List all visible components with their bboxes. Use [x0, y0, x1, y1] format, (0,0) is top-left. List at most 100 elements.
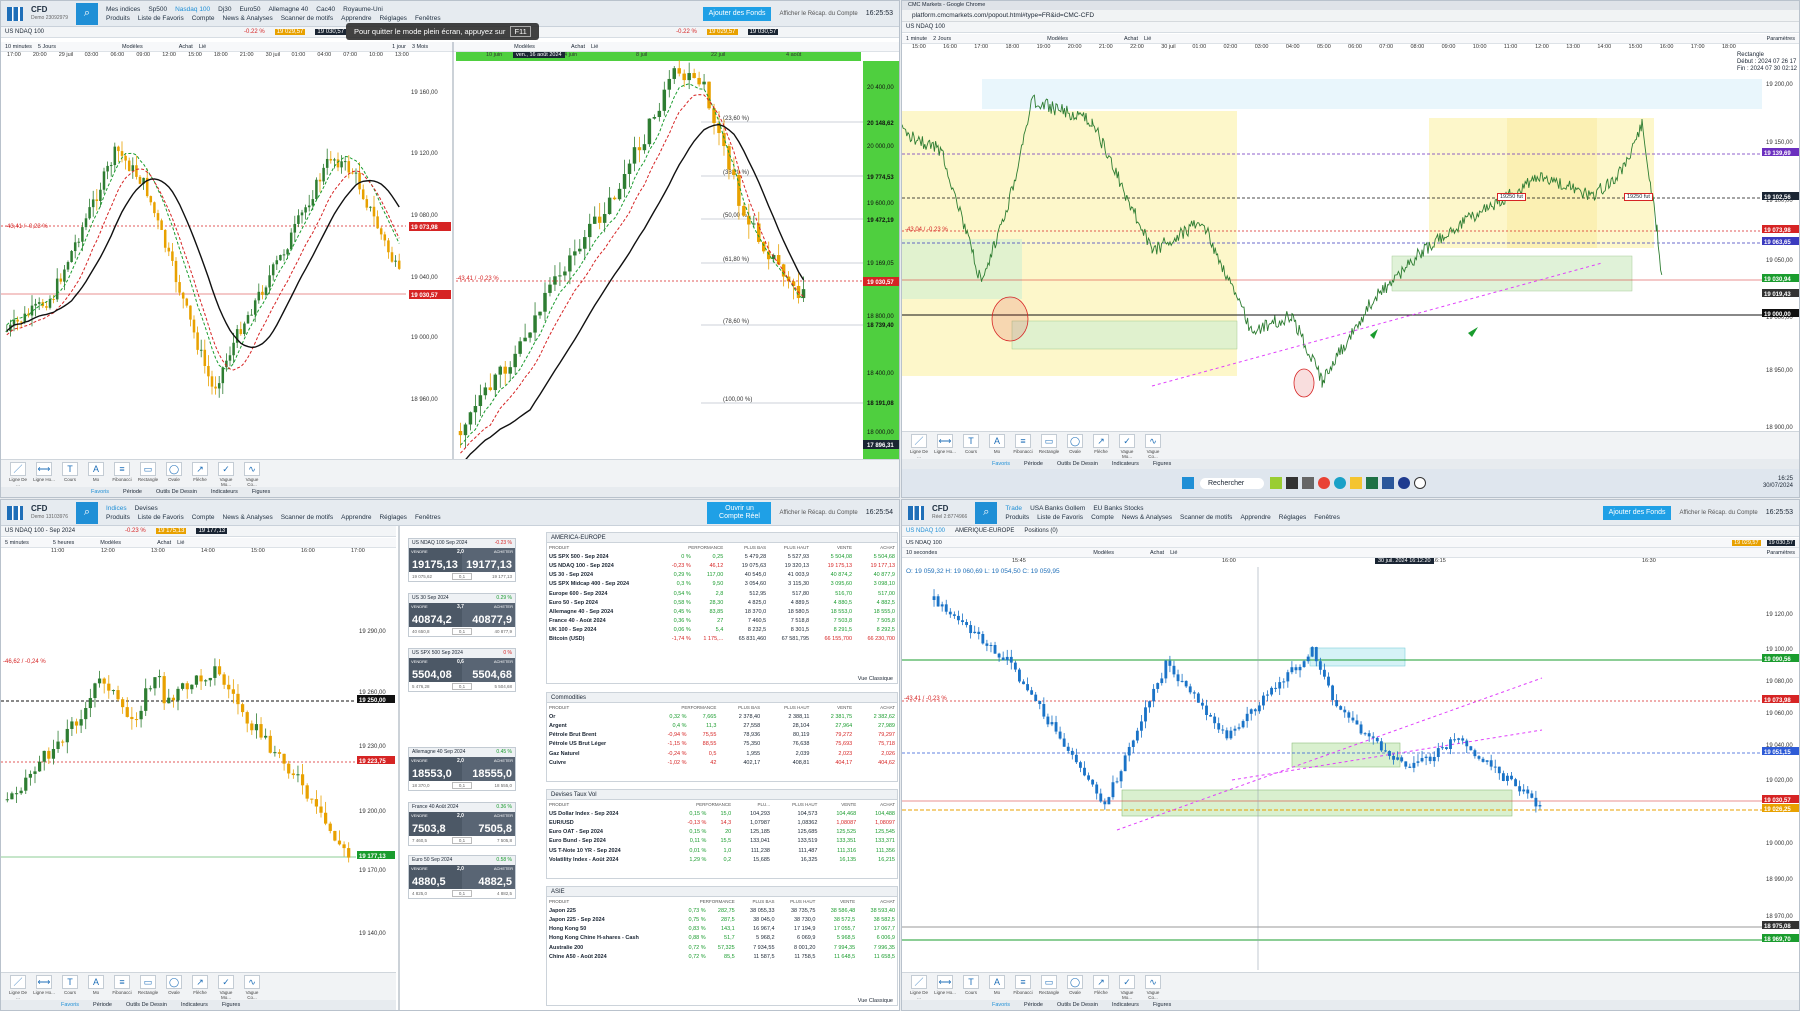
- trade-ticket[interactable]: US SPX 500 Sep 2024 0 % VENDRE 5504,08 ACHE…: [408, 648, 516, 692]
- quantity-input[interactable]: 0,1: [451, 890, 473, 897]
- column-header[interactable]: PERFORMANCE: [678, 897, 737, 906]
- column-header[interactable]: ACHAT: [858, 800, 897, 809]
- excel-icon[interactable]: [1366, 477, 1379, 489]
- tab-favoris-q4[interactable]: Favoris: [992, 1002, 1010, 1008]
- buy-button[interactable]: ACHETER 4882,5: [462, 865, 515, 889]
- tab-figures-q4[interactable]: Figures: [1153, 1002, 1171, 1008]
- tool-wave[interactable]: ✓ Vague Mo...: [1116, 975, 1138, 1000]
- tab-figures-q3[interactable]: Figures: [222, 1002, 240, 1008]
- tab-favoris[interactable]: Favoris: [91, 489, 109, 495]
- table-row[interactable]: Hong Kong 50 0,83 % 143,1 16 967,4 17 194,9 1…: [547, 925, 897, 934]
- buy-button[interactable]: ACHETER 40877,9: [462, 603, 515, 627]
- folder-icon[interactable]: [1350, 477, 1363, 489]
- watchlist-header[interactable]: Devises Taux Vol: [547, 790, 897, 800]
- tab-periode-q2[interactable]: Période: [1024, 461, 1043, 467]
- tool-fibonacci[interactable]: ≡ Fibonacci: [1012, 434, 1034, 459]
- tool-rectangle[interactable]: ▭ Rectangle: [137, 462, 159, 487]
- buy-button[interactable]: ACHETER 7505,8: [462, 812, 515, 836]
- table-row[interactable]: Cuivre -1,02 % 42 402,17 408,81 404,17 404,62: [547, 758, 897, 767]
- column-header[interactable]: PRODUIT: [547, 703, 650, 712]
- tool-line[interactable]: ／ Ligne De ...: [908, 434, 930, 459]
- tool-wave2[interactable]: ∿ Vague Co...: [241, 462, 263, 487]
- table-row[interactable]: France 40 - Août 2024 0,36 % 27 7 460,5 7 51…: [547, 617, 897, 626]
- table-row[interactable]: Japon 225 - Sep 2024 0,75 % 287,5 38 045,0 3…: [547, 915, 897, 924]
- chart-q2[interactable]: 19 200,0019 150,0019 100,0019 050,0019 0…: [902, 1, 1800, 498]
- tab-indicateurs-q4[interactable]: Indicateurs: [1112, 1002, 1139, 1008]
- column-header[interactable]: PLUS HAUT: [762, 703, 811, 712]
- sell-button[interactable]: VENDRE 40874,2: [409, 603, 462, 627]
- windows-icon[interactable]: [1182, 477, 1194, 489]
- trade-ticket[interactable]: US 30 Sep 2024 0.29 % VENDRE 40874,2 ACHETE…: [408, 593, 516, 637]
- column-header[interactable]: PLU...: [733, 800, 772, 809]
- tool-arrow[interactable]: ↗ Flèche: [189, 975, 211, 1000]
- tool-fibonacci[interactable]: ≡ Fibonacci: [111, 975, 133, 1000]
- table-row[interactable]: Argent 0,4 % 11,3 27,558 28,104 27,964 27,989: [547, 721, 897, 730]
- tool-rectangle[interactable]: ▭ Rectangle: [1038, 975, 1060, 1000]
- table-row[interactable]: Japon 225 0,73 % 282,75 38 055,33 38 735,75 3…: [547, 906, 897, 915]
- column-header[interactable]: VENTE: [811, 543, 854, 552]
- table-row[interactable]: Pétrole Brut Brent -0,94 % 75,55 78,936 80,1…: [547, 731, 897, 740]
- table-row[interactable]: Australie 200 0,72 % 57,325 7 934,55 8 001,2…: [547, 943, 897, 952]
- tool-fibonacci[interactable]: ≡ Fibonacci: [1012, 975, 1034, 1000]
- sell-button[interactable]: VENDRE 18553,0: [409, 757, 462, 781]
- chart-q4[interactable]: 19 120,00 19 100,00 19 080,00 19 060,00 19 0…: [902, 500, 1800, 1011]
- trade-ticket[interactable]: US NDAQ 100 Sep 2024 -0.23 % VENDRE 19175,…: [408, 538, 516, 582]
- sell-button[interactable]: VENDRE 4880,5: [409, 865, 462, 889]
- charts-q1[interactable]: 19 160,00 19 120,00 19 080,00 19 040,00 19 0…: [1, 1, 900, 498]
- tool-arrow[interactable]: ↗ Flèche: [189, 462, 211, 487]
- tab-indicateurs-q2[interactable]: Indicateurs: [1112, 461, 1139, 467]
- column-header[interactable]: PERFORMANCE: [661, 543, 725, 552]
- table-row[interactable]: Bitcoin (USD) -1,74 % 1 175,... 65 831,460 6…: [547, 635, 897, 644]
- tool-rectangle[interactable]: ▭ Rectangle: [1038, 434, 1060, 459]
- table-row[interactable]: US 30 - Sep 2024 0,29 % 117,00 40 545,0 41 0…: [547, 571, 897, 580]
- quantity-input[interactable]: 0,1: [451, 782, 473, 789]
- watchlist-header[interactable]: Commodities: [547, 693, 897, 703]
- tool-price[interactable]: T Cours: [960, 975, 982, 1000]
- table-row[interactable]: Euro OAT - Sep 2024 0,15 % 20 125,185 125,68…: [547, 828, 897, 837]
- files-icon[interactable]: [1286, 477, 1299, 489]
- classic-view-link[interactable]: Vue Classique: [858, 998, 893, 1004]
- tab-figures[interactable]: Figures: [252, 489, 270, 495]
- quantity-input[interactable]: 0,1: [451, 628, 473, 635]
- tool-oval[interactable]: ◯ Ovale: [163, 462, 185, 487]
- tab-figures-q2[interactable]: Figures: [1153, 461, 1171, 467]
- table-row[interactable]: Chine A50 - Août 2024 0,72 % 85,5 11 587,5 1…: [547, 952, 897, 961]
- table-row[interactable]: US Dollar Index - Sep 2024 0,15 % 15,0 104,…: [547, 809, 897, 818]
- tab-indicateurs[interactable]: Indicateurs: [211, 489, 238, 495]
- tab-indicateurs-q3[interactable]: Indicateurs: [181, 1002, 208, 1008]
- column-header[interactable]: PRODUIT: [547, 897, 678, 906]
- tool-arrow[interactable]: ↗ Flèche: [1090, 434, 1112, 459]
- trade-ticket[interactable]: France 40 Août 2024 0.36 % VENDRE 7503,8 AC…: [408, 802, 516, 846]
- table-row[interactable]: US T-Note 10 YR - Sep 2024 0,01 % 1,0 111,2…: [547, 846, 897, 855]
- tool-wave[interactable]: ✓ Vague Mo...: [215, 975, 237, 1000]
- table-row[interactable]: Or 0,32 % 7,665 2 378,40 2 388,11 2 381,75 2 3…: [547, 712, 897, 721]
- tab-favoris-q2[interactable]: Favoris: [992, 461, 1010, 467]
- table-row[interactable]: Hong Kong Chine H-shares - Cash 0,88 % 51,…: [547, 934, 897, 943]
- tool-fibonacci[interactable]: ≡ Fibonacci: [111, 462, 133, 487]
- b-icon[interactable]: [1414, 477, 1427, 489]
- quantity-input[interactable]: 0,1: [451, 573, 473, 580]
- watchlist-header[interactable]: ASIE: [547, 887, 897, 897]
- tab-outils-q4[interactable]: Outils De Dessin: [1057, 1002, 1098, 1008]
- table-row[interactable]: US SPX Midcap 400 - Sep 2024 0,3 % 9,50 3 0…: [547, 580, 897, 589]
- column-header[interactable]: PERFORMANCE: [670, 800, 733, 809]
- trade-ticket[interactable]: Allemagne 40 Sep 2024 0.45 % VENDRE 18553,…: [408, 747, 516, 791]
- tool-wave[interactable]: ✓ Vague Mo...: [215, 462, 237, 487]
- tool-hline[interactable]: ⟷ Ligne Ho...: [934, 434, 956, 459]
- buy-button[interactable]: ACHETER 5504,68: [462, 658, 515, 682]
- quantity-input[interactable]: 0,1: [451, 683, 473, 690]
- tab-outils-q3[interactable]: Outils De Dessin: [126, 1002, 167, 1008]
- table-row[interactable]: Euro 50 - Sep 2024 0,58 % 28,30 4 825,0 4 88…: [547, 598, 897, 607]
- taskbar-search[interactable]: Rechercher: [1200, 477, 1265, 489]
- column-header[interactable]: PLUS HAUT: [768, 543, 811, 552]
- tab-periode-q3[interactable]: Période: [93, 1002, 112, 1008]
- table-row[interactable]: Gaz Naturel -0,24 % 0,5 1,955 2,039 2,023 2,02…: [547, 749, 897, 758]
- weather-icon[interactable]: [1270, 477, 1283, 489]
- tab-outils[interactable]: Outils De Dessin: [156, 489, 197, 495]
- table-row[interactable]: Euro Bund - Sep 2024 0,11 % 15,5 133,041 133…: [547, 837, 897, 846]
- tool-arrow[interactable]: ↗ Flèche: [1090, 975, 1112, 1000]
- column-header[interactable]: PLUS BAS: [718, 703, 762, 712]
- trade-ticket[interactable]: Euro 50 Sep 2024 0.58 % VENDRE 4880,5 ACHET…: [408, 855, 516, 899]
- watchlist-header[interactable]: AMERICA-EUROPE: [547, 533, 897, 543]
- tab-periode-q4[interactable]: Période: [1024, 1002, 1043, 1008]
